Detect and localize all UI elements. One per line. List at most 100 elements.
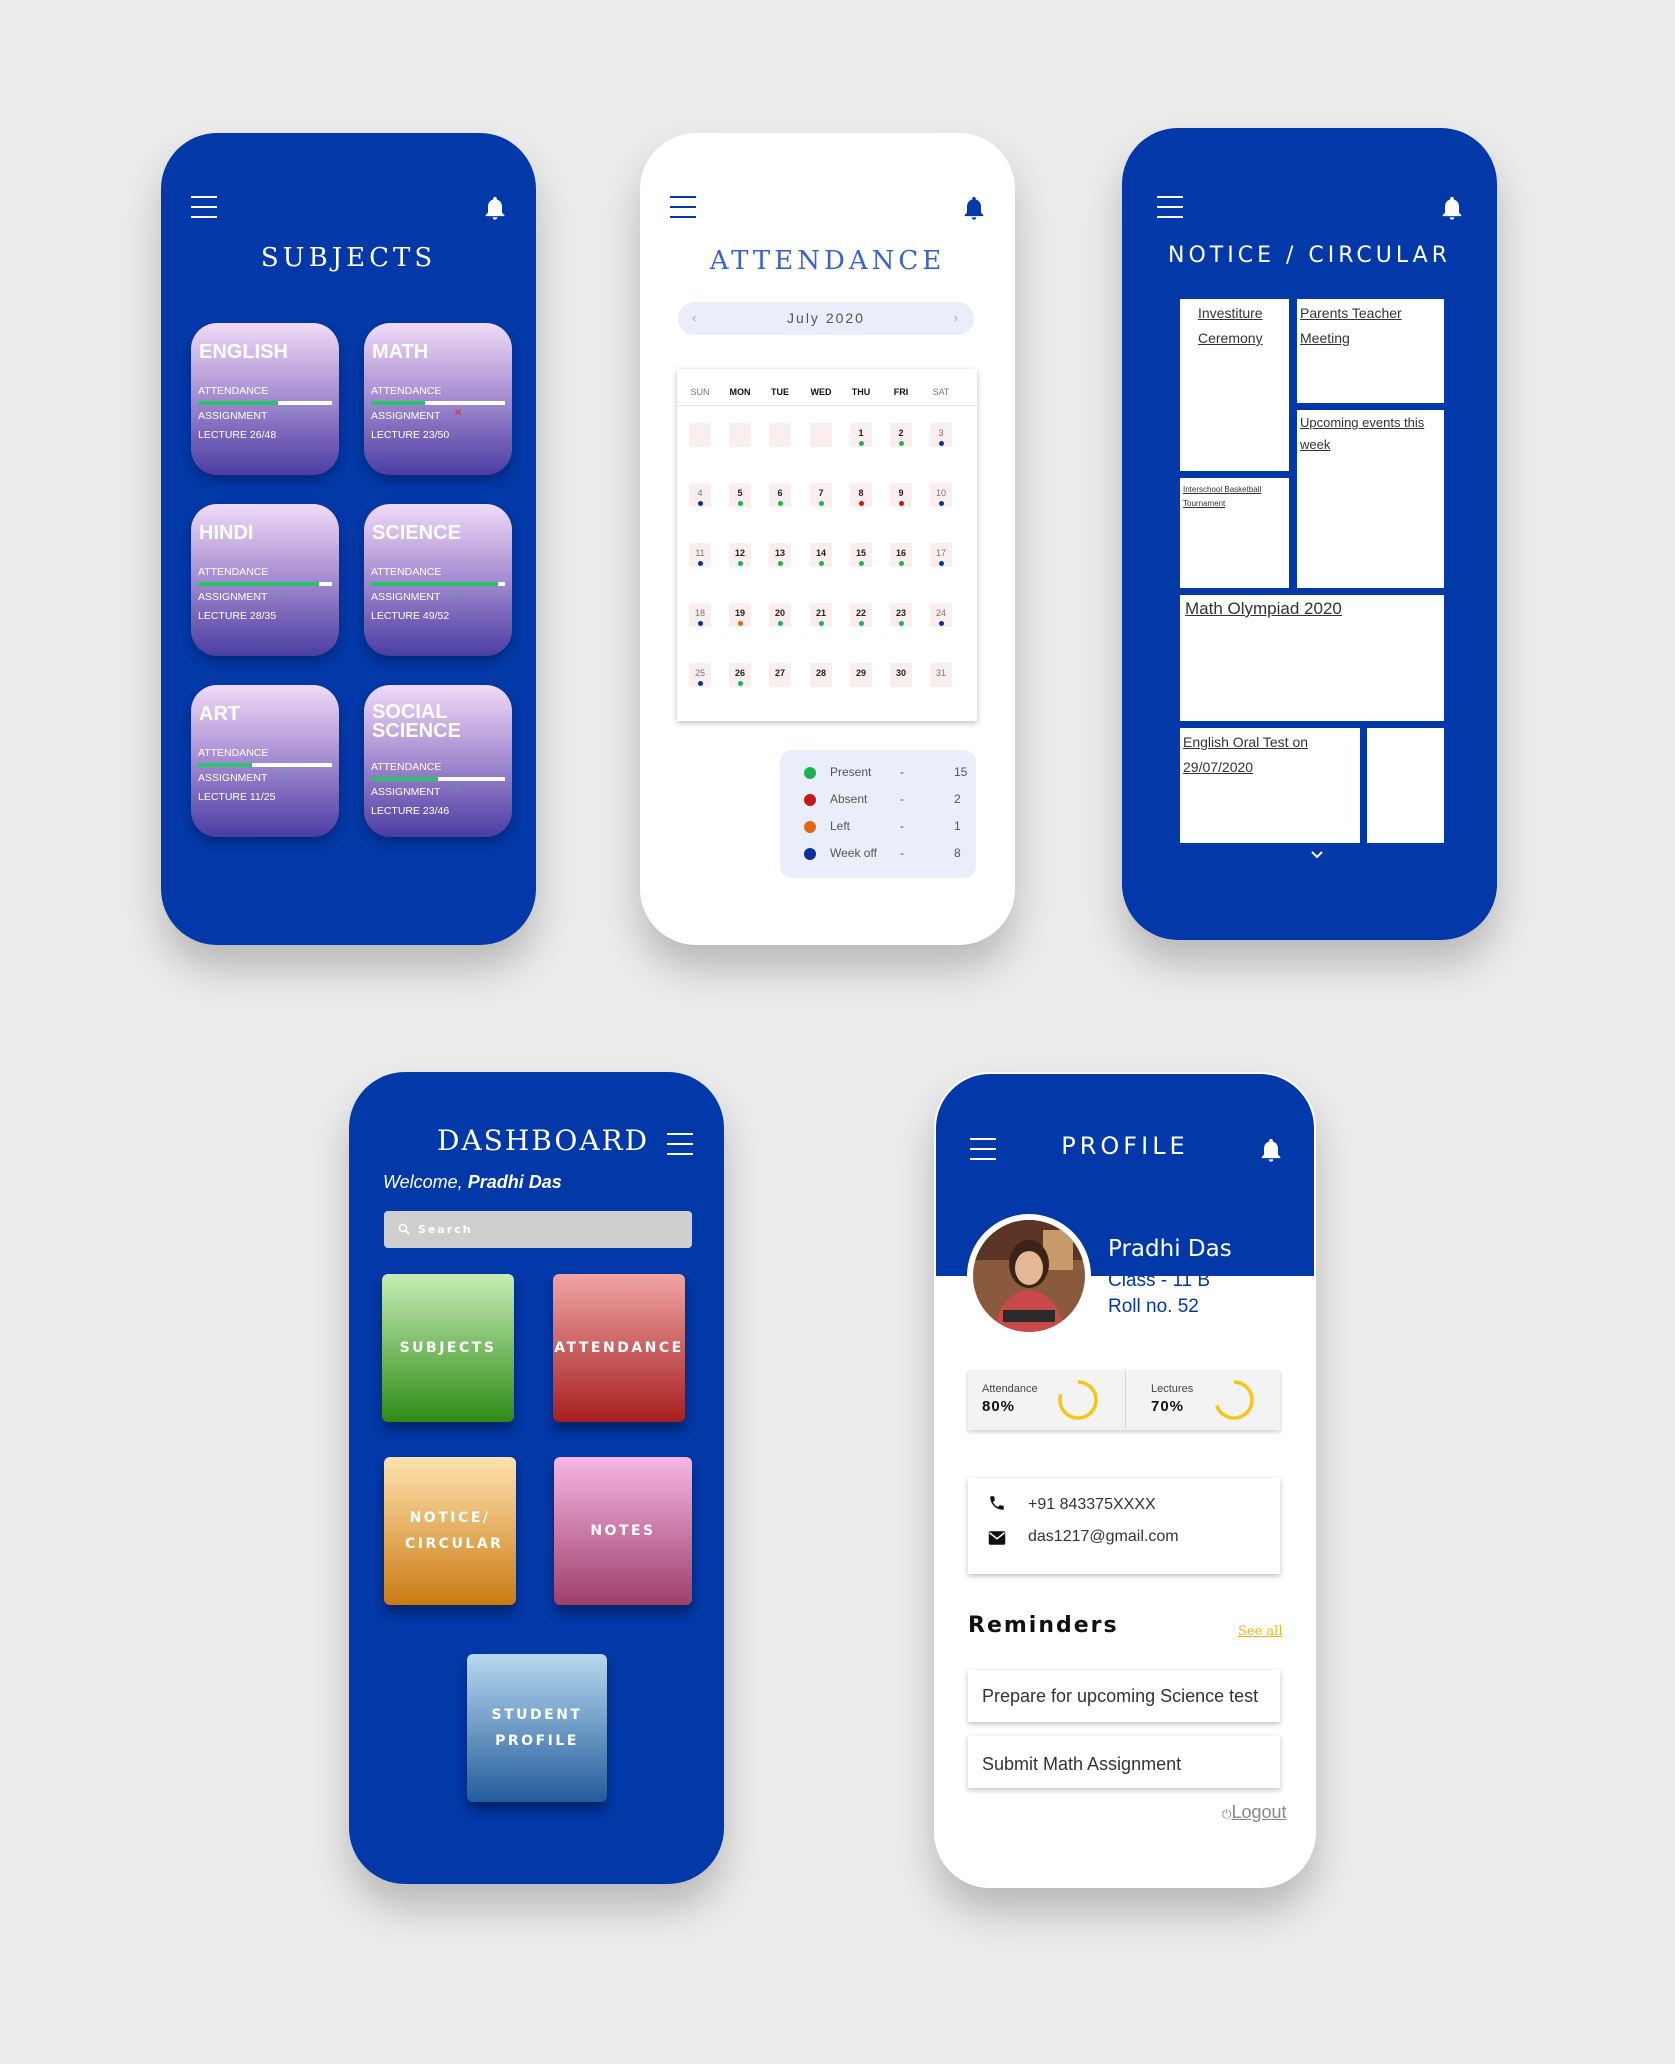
search-input[interactable]: Search [384, 1211, 692, 1248]
subject-card[interactable]: SOCIAL SCIENCE ATTENDANCE ASSIGNMENT ✓ LECTU… [364, 685, 512, 837]
day-number: 9 [898, 488, 904, 498]
status-dot [698, 621, 703, 626]
chevron-right-icon[interactable]: › [954, 310, 960, 325]
bell-icon[interactable] [1438, 194, 1466, 222]
menu-icon[interactable] [670, 196, 696, 218]
notice-card[interactable]: English Oral Test on 29/07/2020 [1180, 728, 1360, 843]
reminder-item[interactable]: Submit Math Assignment [968, 1736, 1280, 1788]
reminder-item[interactable]: Prepare for upcoming Science test [968, 1670, 1280, 1722]
calendar-day[interactable]: 8 [850, 483, 872, 507]
notice-card[interactable]: Interschool Basketball Tournament [1180, 478, 1289, 588]
notice-card[interactable]: Math Olympiad 2020 [1180, 595, 1444, 721]
calendar-day[interactable]: 19 [729, 603, 751, 627]
see-all-link[interactable]: See all [1238, 1624, 1283, 1639]
calendar-day[interactable]: 10 [930, 483, 952, 507]
attendance-bar [371, 401, 505, 405]
notice-tile[interactable]: NOTICE/ CIRCULAR [384, 1457, 516, 1605]
day-number: 17 [935, 548, 946, 558]
chevron-down-icon[interactable] [1310, 850, 1324, 860]
calendar-day[interactable]: 16 [890, 543, 912, 567]
calendar-day[interactable]: 1 [850, 423, 872, 447]
calendar-day[interactable]: 11 [689, 543, 711, 567]
notice-card[interactable]: Parents Teacher Meeting [1297, 299, 1444, 403]
status-dot [698, 681, 703, 686]
day-number: 1 [858, 428, 864, 438]
bell-icon[interactable] [960, 194, 988, 222]
menu-icon[interactable] [191, 196, 217, 218]
menu-icon[interactable] [1157, 196, 1183, 218]
status-dot [738, 561, 743, 566]
user-name: Pradhi Das [467, 1172, 562, 1192]
attendance-fill [371, 777, 438, 781]
calendar-day[interactable]: 17 [930, 543, 952, 567]
day-number: 4 [697, 488, 703, 498]
day-number: 16 [895, 548, 906, 558]
subject-card[interactable]: MATH ATTENDANCE ASSIGNMENT ✕ LECTURE 23/50 [364, 323, 512, 475]
notice-title: Parents Teacher Meeting [1300, 305, 1402, 346]
subject-card[interactable]: ENGLISH ATTENDANCE ASSIGNMENT ✓ LECTURE 26/4… [191, 323, 339, 475]
subject-card[interactable]: ART ATTENDANCE ASSIGNMENT ✓ LECTURE 11/25 [191, 685, 339, 837]
calendar-day[interactable]: 4 [689, 483, 711, 507]
calendar-day[interactable]: 13 [769, 543, 791, 567]
calendar-day[interactable]: 28 [810, 663, 832, 687]
calendar-day[interactable]: 20 [769, 603, 791, 627]
calendar-day[interactable]: 31 [930, 663, 952, 687]
lecture-count: LECTURE 11/25 [198, 791, 276, 803]
stat-divider [1125, 1370, 1126, 1430]
calendar-day[interactable]: 26 [729, 663, 751, 687]
weekday-header: SAT [932, 387, 950, 397]
legend-value: 8 [954, 846, 961, 860]
calendar-day[interactable]: 22 [850, 603, 872, 627]
phone-number[interactable]: +91 843375XXXX [1028, 1496, 1156, 1514]
calendar-day[interactable]: 12 [729, 543, 751, 567]
calendar-day[interactable]: 14 [810, 543, 832, 567]
student-profile-tile[interactable]: STUDENT PROFILE [467, 1654, 607, 1802]
calendar-day[interactable]: 29 [850, 663, 872, 687]
notice-card[interactable]: Upcoming events this week [1297, 410, 1444, 588]
subject-name: SOCIAL SCIENCE [372, 701, 461, 742]
calendar-day[interactable]: 7 [810, 483, 832, 507]
calendar-day[interactable]: 5 [729, 483, 751, 507]
logout-button[interactable]: ⏻Logout [1222, 1802, 1287, 1823]
calendar-day[interactable]: 6 [769, 483, 791, 507]
bell-icon[interactable] [1257, 1136, 1285, 1164]
calendar-day[interactable]: 9 [890, 483, 912, 507]
calendar-day[interactable] [810, 423, 832, 447]
calendar-day[interactable]: 30 [890, 663, 912, 687]
status-dot [939, 621, 944, 626]
subject-card[interactable]: SCIENCE ATTENDANCE ASSIGNMENT ✓ LECTURE 49/5… [364, 504, 512, 656]
calendar-day[interactable] [729, 423, 751, 447]
calendar-day[interactable]: 18 [689, 603, 711, 627]
bell-icon[interactable] [481, 194, 509, 222]
notice-title: English Oral Test on 29/07/2020 [1183, 734, 1309, 775]
menu-icon[interactable] [667, 1133, 693, 1155]
assignment-label: ASSIGNMENT [371, 591, 441, 603]
subject-card[interactable]: HINDI ATTENDANCE ASSIGNMENT ✓ LECTURE 28/35 [191, 504, 339, 656]
calendar-day[interactable] [769, 423, 791, 447]
subjects-tile[interactable]: SUBJECTS [382, 1274, 514, 1422]
attendance-bar [198, 401, 332, 405]
notice-card[interactable] [1367, 728, 1444, 843]
calendar-day[interactable]: 23 [890, 603, 912, 627]
legend-dash: - [900, 819, 904, 833]
calendar-day[interactable]: 15 [850, 543, 872, 567]
day-number: 13 [774, 548, 785, 558]
calendar-day[interactable] [689, 423, 711, 447]
status-dot [859, 441, 864, 446]
notice-title: Math Olympiad 2020 [1185, 599, 1342, 618]
calendar-day[interactable]: 21 [810, 603, 832, 627]
calendar-day[interactable]: 2 [890, 423, 912, 447]
calendar-day[interactable]: 27 [769, 663, 791, 687]
attendance-tile[interactable]: ATTENDANCE [553, 1274, 685, 1422]
email-address[interactable]: das1217@gmail.com [1028, 1528, 1179, 1546]
subject-name: HINDI [199, 522, 254, 544]
status-dot [738, 681, 743, 686]
calendar-day[interactable]: 3 [930, 423, 952, 447]
check-icon: ✓ [454, 589, 463, 600]
calendar-day[interactable]: 25 [689, 663, 711, 687]
calendar-day[interactable]: 24 [930, 603, 952, 627]
notice-card[interactable]: Investiture Ceremony [1180, 299, 1289, 471]
day-number: 24 [935, 608, 946, 618]
attendance-fill [198, 401, 279, 405]
notes-tile[interactable]: NOTES [554, 1457, 692, 1605]
